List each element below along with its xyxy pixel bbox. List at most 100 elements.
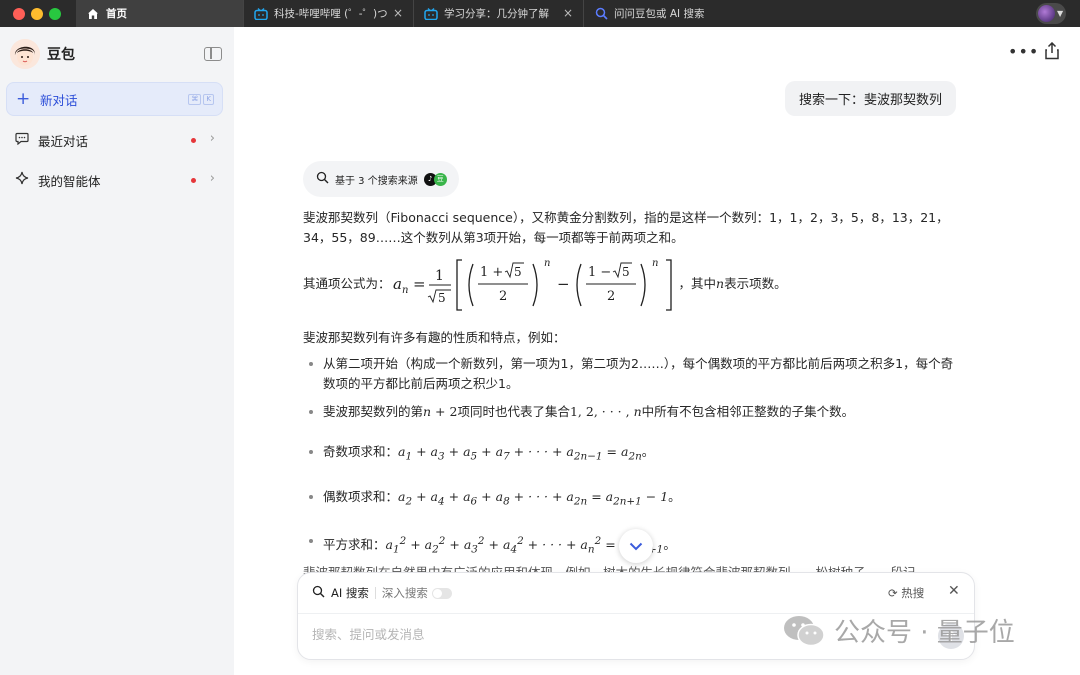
composer-toolbar: AI 搜索 深入搜索 [312, 585, 452, 601]
bullet2-part-c: 中所有不包含相邻正整数的子集个数。 [641, 404, 855, 419]
close-tab-icon[interactable]: × [563, 6, 573, 20]
bilibili-icon [254, 7, 268, 21]
list-item: 奇数项求和：a1 + a3 + a5 + a7 + · · · + a2n−1 … [307, 442, 963, 467]
sidebar-item-label: 我的智能体 [38, 173, 101, 189]
user-message-bubble: 搜索一下：斐波那契数列 [785, 81, 957, 116]
tab-study-share[interactable]: 学习分享：几分钟了解 × [414, 0, 584, 27]
answer-paragraph: 斐波那契数列有许多有趣的性质和特点，例如： [303, 330, 566, 345]
tab-ai-search[interactable]: 问问豆包或 AI 搜索 [584, 0, 754, 27]
more-options-icon[interactable]: ••• [1008, 42, 1039, 61]
doubao-source-icon: 豆 [433, 172, 447, 186]
formula-suffix: ，其中 [678, 276, 717, 291]
formula-line: 其通项公式为： a n = 1 5 1 + 5 2 n − 1 − 5 2 n … [303, 254, 963, 314]
close-window-button[interactable] [13, 8, 25, 20]
svg-text:2: 2 [607, 289, 615, 304]
plus-icon: + [16, 89, 31, 109]
tab-title: 科技-哔哩哔哩 (゜-゜)つ [274, 8, 388, 20]
chevron-down-icon: ▼ [1057, 9, 1064, 18]
tab-title: 问问豆包或 AI 搜索 [614, 8, 705, 20]
share-icon[interactable] [1044, 41, 1060, 60]
fibonacci-closed-form-formula: a n = 1 5 1 + 5 2 n − 1 − 5 2 n [393, 258, 672, 311]
divider [374, 587, 376, 599]
svg-text:a: a [393, 275, 402, 293]
cmd-key: ⌘ [188, 94, 202, 105]
ai-search-icon [594, 7, 608, 21]
brand-name: 豆包 [47, 47, 75, 63]
tab-home[interactable]: 首页 [76, 0, 244, 27]
minimize-window-button[interactable] [31, 8, 43, 20]
svg-text:1 +: 1 + [480, 265, 503, 280]
sidebar-toggle-icon[interactable] [204, 47, 222, 61]
chat-bubble-icon [14, 132, 30, 149]
ai-search-icon [312, 585, 325, 601]
sidebar-item-label: 最近对话 [38, 133, 89, 149]
tab-bilibili-tech[interactable]: 科技-哔哩哔哩 (゜-゜)つ × [244, 0, 414, 27]
watermark-text: 公众号 · 量子位 [834, 618, 1015, 648]
even-sum-formula: a2 + a4 + a6 + a8 + · · · + a2n = a2n+1 … [398, 488, 669, 508]
svg-text:5: 5 [622, 265, 630, 279]
svg-text:−: − [557, 275, 570, 293]
watermark: 公众号 · 量子位 [782, 612, 1015, 649]
chevron-right-icon: › [209, 171, 215, 186]
deep-search-toggle[interactable] [431, 587, 452, 599]
math-n: n [716, 276, 725, 291]
svg-text:n: n [544, 258, 550, 269]
new-chat-label: 新对话 [40, 92, 78, 108]
deep-search-label: 深入搜索 [381, 586, 428, 600]
tab-title: 学习分享：几分钟了解 [444, 8, 549, 20]
home-icon [86, 7, 100, 21]
odd-sum-formula: a1 + a3 + a5 + a7 + · · · + a2n−1 = a2n [398, 444, 642, 463]
doubao-logo [10, 39, 40, 69]
bilibili-icon [424, 7, 438, 21]
refresh-icon: ⟳ [888, 586, 898, 600]
sidebar-item-my-agents[interactable]: 我的智能体 › [6, 163, 223, 197]
unread-dot [191, 138, 196, 143]
bullet2-part-b: 项同时也代表了集合 [457, 404, 570, 419]
wechat-icon [784, 615, 825, 646]
hot-search-label: 热搜 [901, 586, 925, 600]
bullet2-part-a: 斐波那契数列的第 [323, 404, 424, 419]
source-pill-label: 基于 3 个搜索来源 [335, 175, 418, 187]
math-n-plus-2: n [423, 404, 432, 419]
svg-text:1: 1 [435, 268, 444, 284]
answer-paragraph: 斐波那契数列（Fibonacci sequence），又称黄金分割数列，指的是这… [303, 210, 949, 245]
shortcut-hint: ⌘ K [188, 94, 214, 105]
formula-suffix-2: 表示项数。 [724, 276, 787, 291]
close-icon[interactable]: ✕ [948, 583, 960, 599]
svg-text:5: 5 [438, 291, 446, 305]
ai-search-button[interactable]: AI 搜索 [331, 585, 369, 601]
sidebar-item-recent-chats[interactable]: 最近对话 › [6, 123, 223, 157]
svg-text:=: = [413, 275, 426, 293]
svg-text:1 −: 1 − [588, 265, 611, 280]
svg-text:2: 2 [499, 289, 507, 304]
list-item: 从第二项开始（构成一个新数列，第一项为1，第二项为2……），每个偶数项的平方都比… [307, 354, 963, 394]
svg-text:n: n [402, 285, 408, 296]
hot-search-button[interactable]: ⟳ 热搜 [888, 585, 924, 601]
chevron-down-icon [629, 542, 643, 550]
bullet4-label: 偶数项求和： [323, 488, 399, 504]
chevron-right-icon: › [209, 131, 215, 146]
list-item: 偶数项求和：a2 + a4 + a6 + a8 + · · · + a2n = … [307, 487, 963, 512]
browser-tab-bar: 首页 科技-哔哩哔哩 (゜-゜)つ × 学习分享：几分钟了解 × 问问豆包或 A… [0, 0, 1080, 27]
svg-text:n: n [652, 258, 658, 269]
scroll-to-bottom-button[interactable] [619, 529, 653, 563]
assistant-answer: 斐波那契数列（Fibonacci sequence），又称黄金分割数列，指的是这… [303, 208, 963, 560]
source-badges: ♪ 豆 [423, 172, 447, 186]
profile-button[interactable]: ▼ [1036, 3, 1066, 24]
new-chat-button[interactable]: + 新对话 ⌘ K [6, 82, 223, 116]
sidebar: 豆包 + 新对话 ⌘ K 最近对话 › 我的智能体 › [0, 27, 234, 675]
maximize-window-button[interactable] [49, 8, 61, 20]
search-sources-button[interactable]: 基于 3 个搜索来源 ♪ 豆 [303, 161, 459, 197]
tab-title: 首页 [106, 8, 127, 20]
list-item: 斐波那契数列的第n + 2项同时也代表了集合1, 2, · · · , n中所有… [307, 402, 963, 422]
search-sparkle-icon [316, 171, 329, 187]
svg-text:5: 5 [514, 265, 522, 279]
formula-prefix: 其通项公式为： [303, 276, 391, 291]
k-key: K [203, 94, 214, 105]
unread-dot [191, 178, 196, 183]
sparkle-icon [14, 171, 30, 189]
bullet3-label: 奇数项求和： [323, 444, 399, 459]
bullet5-label: 平方求和： [323, 537, 386, 553]
avatar [1038, 5, 1055, 22]
close-tab-icon[interactable]: × [393, 6, 403, 20]
